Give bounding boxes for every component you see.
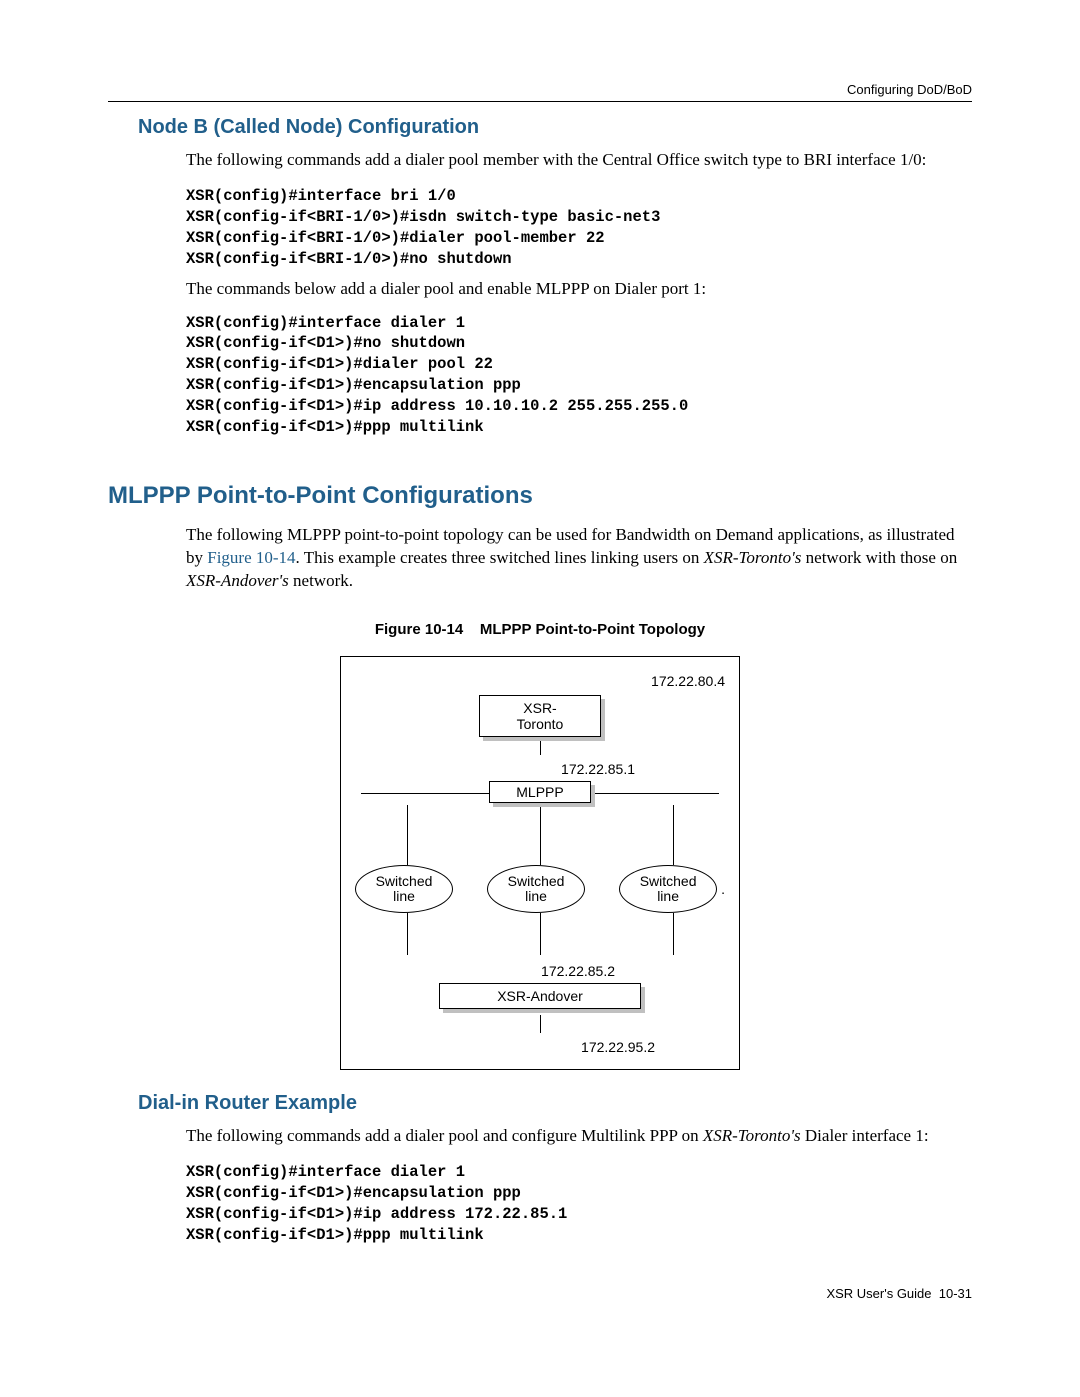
switched-line: Switched line (487, 865, 585, 913)
label: line (356, 889, 452, 904)
text-italic: XSR-Toronto's (704, 548, 802, 567)
label: Switched (356, 874, 452, 889)
figure-title: MLPPP Point-to-Point Topology (480, 621, 705, 638)
paragraph: The following commands add a dialer pool… (186, 1125, 972, 1148)
label: Switched (488, 874, 584, 889)
page: Configuring DoD/BoD Node B (Called Node)… (0, 0, 1080, 1361)
code-block: XSR(config)#interface bri 1/0 XSR(config… (186, 186, 972, 270)
label: line (488, 889, 584, 904)
node-xsr-toronto: XSR- Toronto (479, 695, 601, 737)
ip-label: 172.22.85.1 (355, 761, 725, 777)
vertical-line (673, 913, 674, 955)
vertical-line (540, 913, 541, 955)
connector-lines (355, 805, 725, 865)
text: network. (289, 571, 353, 590)
footer-page: 10-31 (939, 1286, 972, 1301)
vertical-line (673, 805, 674, 865)
footer-guide: XSR User's Guide (826, 1286, 931, 1301)
label: line (620, 889, 716, 904)
heading-mlppp: MLPPP Point-to-Point Configurations (108, 482, 972, 510)
ellipsis-dot: . (721, 881, 725, 897)
mlppp-row: MLPPP (355, 781, 725, 805)
vertical-line (407, 805, 408, 865)
switched-lines-row: Switched line Switched line Switched lin… (355, 865, 725, 913)
mlppp-box: MLPPP (489, 781, 591, 803)
gap (463, 621, 480, 638)
label: Switched (620, 874, 716, 889)
ip-label: 172.22.85.2 (355, 963, 725, 979)
code-block: XSR(config)#interface dialer 1 XSR(confi… (186, 313, 972, 439)
header-rule (108, 101, 972, 102)
ip-label: 172.22.95.2 (355, 1039, 725, 1055)
vertical-line (540, 805, 541, 865)
footer: XSR User's Guide 10-31 (108, 1286, 972, 1301)
paragraph: The following commands add a dialer pool… (186, 149, 972, 172)
code-block: XSR(config)#interface dialer 1 XSR(confi… (186, 1162, 972, 1246)
vertical-line (407, 913, 408, 955)
text: Dialer interface 1: (801, 1126, 929, 1145)
heading-dialin: Dial-in Router Example (138, 1092, 972, 1115)
figure-number: Figure 10-14 (375, 621, 463, 638)
figure-caption: Figure 10-14 MLPPP Point-to-Point Topolo… (108, 621, 972, 638)
node-xsr-andover: XSR-Andover (439, 983, 641, 1009)
figure: 172.22.80.4 XSR- Toronto 172.22.85.1 MLP… (340, 656, 740, 1070)
figure-link[interactable]: Figure 10-14 (207, 548, 295, 567)
heading-node-b: Node B (Called Node) Configuration (138, 116, 972, 139)
node-label: XSR- (523, 700, 556, 716)
gap (932, 1286, 939, 1301)
text: The following commands add a dialer pool… (186, 1126, 703, 1145)
node-label: Toronto (517, 716, 564, 732)
connector-line (540, 1015, 541, 1033)
connector-lines (355, 913, 725, 955)
paragraph: The following MLPPP point-to-point topol… (186, 524, 972, 593)
header-section: Configuring DoD/BoD (108, 82, 972, 97)
figure-wrap: 172.22.80.4 XSR- Toronto 172.22.85.1 MLP… (108, 656, 972, 1070)
ip-label: 172.22.80.4 (355, 673, 725, 689)
switched-line: Switched line (355, 865, 453, 913)
connector-line (540, 737, 541, 755)
paragraph: The commands below add a dialer pool and… (186, 278, 972, 301)
text-italic: XSR-Andover's (186, 571, 289, 590)
switched-line: Switched line (619, 865, 717, 913)
text: . This example creates three switched li… (296, 548, 704, 567)
text: network with those on (801, 548, 957, 567)
text-italic: XSR-Toronto's (703, 1126, 801, 1145)
